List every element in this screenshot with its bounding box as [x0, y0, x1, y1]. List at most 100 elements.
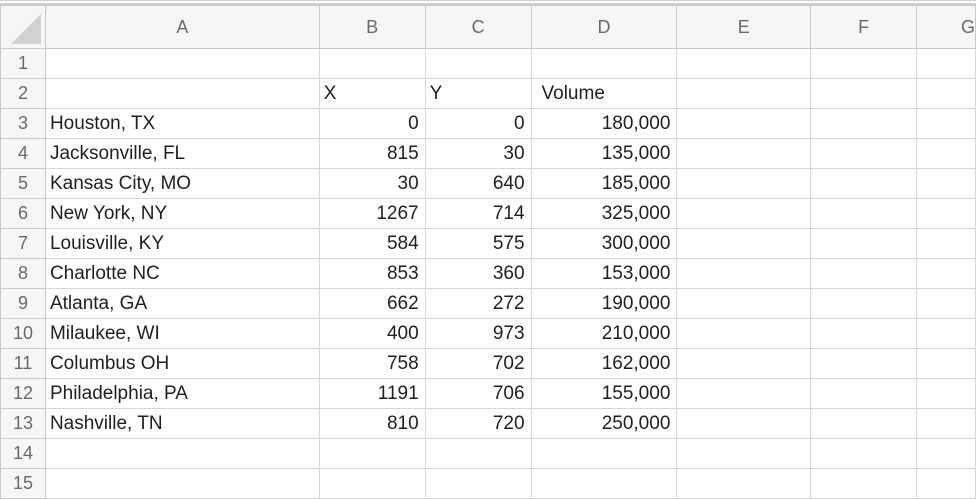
cell-header-volume[interactable]: Volume	[530, 78, 678, 109]
column-header-g[interactable]: G	[916, 5, 976, 49]
cell[interactable]	[676, 48, 812, 79]
cell[interactable]	[676, 378, 812, 409]
cell[interactable]	[916, 258, 976, 289]
cell[interactable]	[810, 288, 918, 319]
cell[interactable]	[916, 168, 976, 199]
cell-x[interactable]: 810	[318, 408, 426, 439]
cell[interactable]	[916, 378, 976, 409]
row-header[interactable]: 5	[0, 168, 46, 199]
cell[interactable]	[916, 348, 976, 379]
cell-city[interactable]: Jacksonville, FL	[44, 138, 320, 169]
row-header[interactable]: 13	[0, 408, 46, 439]
cell-city[interactable]: Columbus OH	[44, 348, 320, 379]
row-header[interactable]: 6	[0, 198, 46, 229]
cell[interactable]	[810, 408, 918, 439]
spreadsheet-grid[interactable]: A B C D E F G 1 2 X Y Volume 3 Houston, …	[0, 5, 976, 499]
cell-city[interactable]: Philadelphia, PA	[44, 378, 320, 409]
cell[interactable]	[44, 78, 320, 109]
cell[interactable]	[810, 318, 918, 349]
cell-x[interactable]: 853	[318, 258, 426, 289]
column-header-e[interactable]: E	[676, 5, 812, 49]
cell-y[interactable]: 720	[424, 408, 532, 439]
cell[interactable]	[810, 258, 918, 289]
column-header-b[interactable]: B	[318, 5, 426, 49]
cell[interactable]	[676, 288, 812, 319]
cell-x[interactable]: 758	[318, 348, 426, 379]
row-header[interactable]: 4	[0, 138, 46, 169]
cell-volume[interactable]: 180,000	[530, 108, 678, 139]
cell[interactable]	[916, 438, 976, 469]
cell-y[interactable]: 706	[424, 378, 532, 409]
row-header[interactable]: 8	[0, 258, 46, 289]
column-header-f[interactable]: F	[810, 5, 918, 49]
cell[interactable]	[810, 48, 918, 79]
cell-y[interactable]: 360	[424, 258, 532, 289]
cell-y[interactable]: 0	[424, 108, 532, 139]
cell[interactable]	[676, 78, 812, 109]
cell[interactable]	[810, 108, 918, 139]
cell[interactable]	[676, 348, 812, 379]
cell-x[interactable]: 815	[318, 138, 426, 169]
cell-header-y[interactable]: Y	[424, 78, 532, 109]
cell-y[interactable]: 575	[424, 228, 532, 259]
cell[interactable]	[676, 108, 812, 139]
cell[interactable]	[676, 138, 812, 169]
cell[interactable]	[676, 258, 812, 289]
cell[interactable]	[44, 48, 320, 79]
row-header[interactable]: 14	[0, 438, 46, 469]
cell-x[interactable]: 1267	[318, 198, 426, 229]
cell[interactable]	[810, 198, 918, 229]
cell-volume[interactable]: 210,000	[530, 318, 678, 349]
cell-y[interactable]: 640	[424, 168, 532, 199]
cell[interactable]	[810, 228, 918, 259]
cell[interactable]	[916, 228, 976, 259]
row-header[interactable]: 1	[0, 48, 46, 79]
cell[interactable]	[916, 48, 976, 79]
cell-volume[interactable]: 325,000	[530, 198, 678, 229]
cell[interactable]	[810, 348, 918, 379]
cell-volume[interactable]: 190,000	[530, 288, 678, 319]
cell-x[interactable]: 662	[318, 288, 426, 319]
cell[interactable]	[916, 108, 976, 139]
cell-x[interactable]: 400	[318, 318, 426, 349]
row-header[interactable]: 3	[0, 108, 46, 139]
cell-city[interactable]: Charlotte NC	[44, 258, 320, 289]
cell[interactable]	[916, 408, 976, 439]
cell-header-x[interactable]: X	[318, 78, 426, 109]
cell[interactable]	[810, 438, 918, 469]
row-header[interactable]: 12	[0, 378, 46, 409]
cell-city[interactable]: Milaukee, WI	[44, 318, 320, 349]
cell-city[interactable]: Kansas City, MO	[44, 168, 320, 199]
cell[interactable]	[424, 48, 532, 79]
cell[interactable]	[530, 48, 678, 79]
cell-y[interactable]: 30	[424, 138, 532, 169]
cell[interactable]	[810, 168, 918, 199]
column-header-a[interactable]: A	[44, 5, 320, 49]
cell[interactable]	[810, 138, 918, 169]
cell[interactable]	[916, 288, 976, 319]
cell-volume[interactable]: 155,000	[530, 378, 678, 409]
cell[interactable]	[676, 438, 812, 469]
select-all-corner[interactable]	[0, 5, 46, 49]
cell[interactable]	[676, 318, 812, 349]
cell-y[interactable]: 973	[424, 318, 532, 349]
cell-x[interactable]: 30	[318, 168, 426, 199]
cell-y[interactable]: 702	[424, 348, 532, 379]
column-header-d[interactable]: D	[530, 5, 678, 49]
cell-x[interactable]: 584	[318, 228, 426, 259]
cell[interactable]	[916, 318, 976, 349]
cell[interactable]	[676, 168, 812, 199]
cell[interactable]	[676, 408, 812, 439]
row-header[interactable]: 7	[0, 228, 46, 259]
cell-y[interactable]: 272	[424, 288, 532, 319]
cell-city[interactable]: Louisville, KY	[44, 228, 320, 259]
row-header[interactable]: 11	[0, 348, 46, 379]
cell-y[interactable]: 714	[424, 198, 532, 229]
cell[interactable]	[916, 138, 976, 169]
cell-volume[interactable]: 300,000	[530, 228, 678, 259]
cell-city[interactable]: New York, NY	[44, 198, 320, 229]
cell-volume[interactable]: 162,000	[530, 348, 678, 379]
cell-volume[interactable]: 135,000	[530, 138, 678, 169]
cell[interactable]	[44, 438, 320, 469]
cell[interactable]	[318, 48, 426, 79]
